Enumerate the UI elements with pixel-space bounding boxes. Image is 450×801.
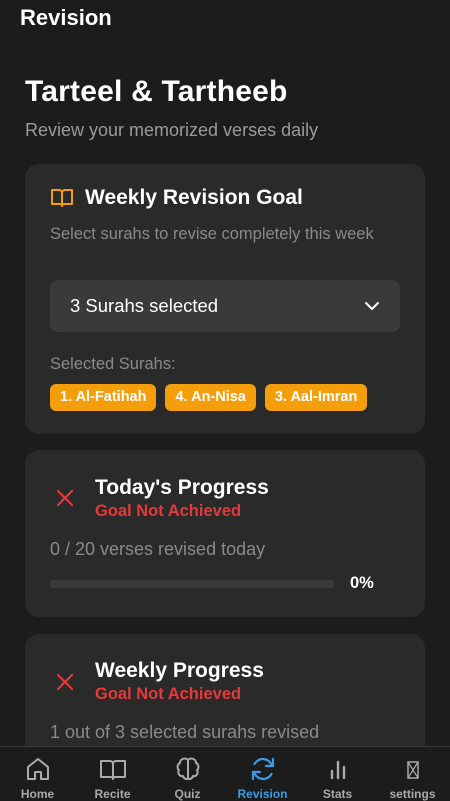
close-icon <box>56 673 74 691</box>
page-title: Tarteel & Tartheeb <box>25 75 288 108</box>
nav-label: Revision <box>237 787 288 801</box>
chevron-down-icon <box>365 302 379 310</box>
todays-progress-title: Today's Progress <box>95 476 269 499</box>
nav-item-settings[interactable]: settings <box>375 747 450 801</box>
close-icon <box>56 489 74 507</box>
weekly-progress-title: Weekly Progress <box>95 659 264 682</box>
surah-select-value: 3 Surahs selected <box>70 295 219 316</box>
selected-surahs-chips: 1. Al-Fatihah 4. An-Nisa 3. Aal-Imran <box>50 384 368 411</box>
home-icon <box>26 758 49 780</box>
surah-chip[interactable]: 4. An-Nisa <box>165 384 256 411</box>
weekly-goal-header: Weekly Revision Goal <box>50 186 303 210</box>
surah-select-dropdown[interactable]: 3 Surahs selected <box>50 280 400 332</box>
surah-chip[interactable]: 3. Aal-Imran <box>264 384 368 411</box>
bar-chart-icon <box>330 760 345 780</box>
todays-progress-text: 0 / 20 verses revised today <box>50 539 266 559</box>
nav-label: Stats <box>322 787 353 801</box>
nav-item-quiz[interactable]: Quiz <box>150 747 225 801</box>
nav-item-revision[interactable]: Revision <box>225 747 300 801</box>
book-icon <box>99 760 126 780</box>
weekly-goal-title: Weekly Revision Goal <box>85 186 303 209</box>
weekly-progress-card: Weekly Progress Goal Not Achieved 1 out … <box>25 634 425 746</box>
main-content[interactable]: Tarteel & Tartheeb Review your memorized… <box>0 40 450 746</box>
nav-item-home[interactable]: Home <box>0 747 75 801</box>
nav-label: settings <box>389 787 436 801</box>
nav-label: Home <box>20 787 55 801</box>
bottom-navigation: Home Recite Quiz Revision Stats settings <box>0 746 450 801</box>
brain-icon <box>176 757 199 781</box>
missing-glyph-icon <box>406 761 419 779</box>
book-open-icon <box>51 189 73 207</box>
selected-surahs-label: Selected Surahs: <box>50 355 176 373</box>
todays-progress-card: Today's Progress Goal Not Achieved 0 / 2… <box>25 450 425 617</box>
todays-progress-bar <box>50 580 335 588</box>
weekly-goal-description: Select surahs to revise completely this … <box>50 225 374 243</box>
weekly-goal-card: Weekly Revision Goal Select surahs to re… <box>25 164 425 434</box>
weekly-progress-text: 1 out of 3 selected surahs revised <box>50 722 320 742</box>
page-subtitle: Review your memorized verses daily <box>25 120 319 140</box>
surah-chip[interactable]: 1. Al-Fatihah <box>50 384 157 411</box>
todays-progress-percent: 0% <box>350 574 374 592</box>
nav-label: Recite <box>94 787 131 801</box>
nav-label: Quiz <box>174 787 201 801</box>
app-bar-title: Revision <box>20 5 112 30</box>
nav-item-stats[interactable]: Stats <box>300 747 375 801</box>
weekly-progress-status: Goal Not Achieved <box>95 685 242 703</box>
todays-progress-status: Goal Not Achieved <box>95 502 242 520</box>
nav-item-recite[interactable]: Recite <box>75 747 150 801</box>
refresh-icon <box>251 757 274 781</box>
top-app-bar: Revision <box>0 0 450 40</box>
